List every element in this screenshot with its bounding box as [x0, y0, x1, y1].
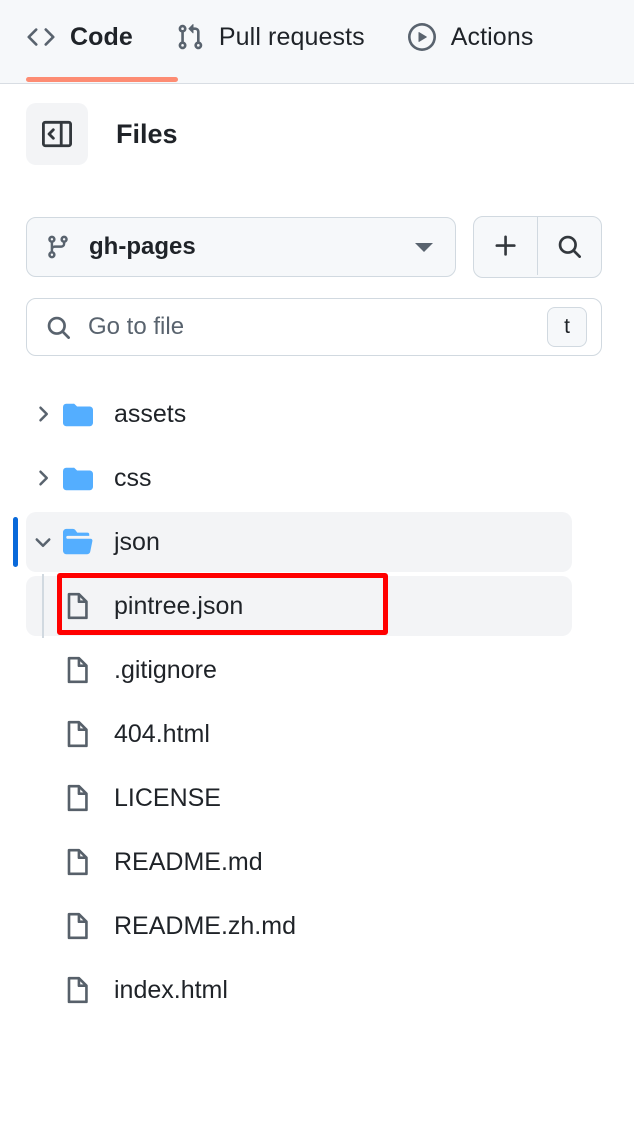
tab-code-label: Code	[70, 22, 133, 51]
tree-row-json[interactable]: json	[0, 510, 634, 574]
folder-icon	[60, 463, 96, 493]
active-tab-indicator	[26, 77, 178, 82]
play-circle-icon	[407, 22, 437, 52]
tree-node-label: assets	[114, 399, 187, 428]
tree-node-label: pintree.json	[114, 591, 244, 620]
page-title: Files	[116, 118, 178, 149]
chevron-down-icon[interactable]	[26, 532, 60, 552]
file-icon	[60, 655, 96, 685]
search-icon	[45, 314, 72, 341]
tree-node-label: 404.html	[114, 719, 210, 748]
files-panel-header: Files	[0, 84, 634, 184]
tree-row-readme-md[interactable]: README.md	[0, 830, 634, 894]
tree-node-label: index.html	[114, 975, 228, 1004]
file-icon	[60, 719, 96, 749]
git-branch-icon	[45, 234, 71, 260]
tab-actions-label: Actions	[450, 22, 534, 51]
tree-row-gitignore[interactable]: .gitignore	[0, 638, 634, 702]
tree-row-css[interactable]: css	[0, 446, 634, 510]
file-icon	[60, 591, 96, 621]
branch-toolbar: gh-pages	[26, 216, 602, 278]
tree-row-assets[interactable]: assets	[0, 382, 634, 446]
tree-node-label: .gitignore	[114, 655, 217, 684]
tree-node-label: css	[114, 463, 152, 492]
go-to-file-search[interactable]: t	[26, 298, 602, 356]
tree-node-label: README.md	[114, 847, 263, 876]
tab-code[interactable]: Code	[26, 14, 133, 60]
chevron-right-icon[interactable]	[26, 404, 60, 424]
file-icon	[60, 975, 96, 1005]
add-file-button[interactable]	[474, 217, 537, 275]
repo-navigation: Code Pull requests Actions	[0, 0, 634, 84]
tree-row-404-html[interactable]: 404.html	[0, 702, 634, 766]
chevron-right-icon[interactable]	[26, 468, 60, 488]
file-icon	[60, 783, 96, 813]
file-tree: assets css json pintree.json .gitignore …	[0, 382, 634, 1022]
folder-open-icon	[60, 527, 96, 557]
keyboard-shortcut-badge: t	[547, 307, 587, 347]
file-icon	[60, 847, 96, 877]
tree-node-label: json	[114, 527, 160, 556]
tree-row-pintree-json[interactable]: pintree.json	[0, 574, 634, 638]
tab-pull-requests-label: Pull requests	[218, 22, 365, 51]
tree-node-label: README.zh.md	[114, 911, 296, 940]
tab-actions[interactable]: Actions	[407, 14, 534, 60]
file-icon	[60, 911, 96, 941]
search-files-button[interactable]	[537, 217, 601, 275]
search-input[interactable]	[88, 313, 547, 341]
git-pull-request-icon	[175, 22, 205, 52]
tree-row-license[interactable]: LICENSE	[0, 766, 634, 830]
branch-name-label: gh-pages	[89, 233, 196, 260]
tree-row-readme-zh-md[interactable]: README.zh.md	[0, 894, 634, 958]
file-actions-group	[473, 216, 602, 278]
tree-node-label: LICENSE	[114, 783, 221, 812]
branch-selector[interactable]: gh-pages	[26, 217, 456, 277]
folder-icon	[60, 399, 96, 429]
tab-pull-requests[interactable]: Pull requests	[175, 14, 365, 60]
code-icon	[26, 22, 56, 52]
chevron-down-icon	[415, 242, 433, 252]
tree-row-index-html[interactable]: index.html	[0, 958, 634, 1022]
sidebar-collapse-icon[interactable]	[26, 103, 88, 165]
